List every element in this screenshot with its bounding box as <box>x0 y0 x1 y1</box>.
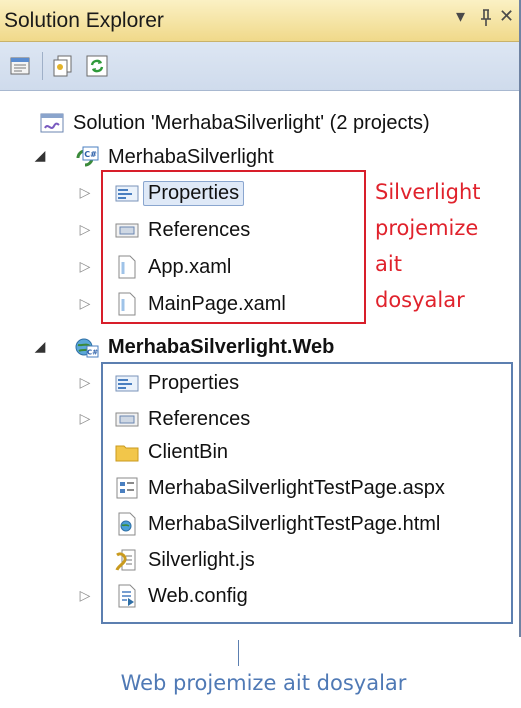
title-bar: Solution Explorer ▾ ✕ <box>0 0 521 42</box>
close-icon[interactable]: ✕ <box>499 6 514 27</box>
project-label: MerhabaSilverlight <box>108 145 274 168</box>
web-files-highlight-box <box>101 362 513 624</box>
collapse-arrow-icon[interactable]: ◢ <box>32 339 48 355</box>
note-line: ait <box>375 252 402 276</box>
web-files-note: Web projemize ait dosyalar <box>120 671 407 695</box>
tree-node-project-silverlight[interactable]: C# MerhabaSilverlight <box>74 140 274 174</box>
expand-arrow-icon[interactable]: ▷ <box>77 411 93 427</box>
toolbar-separator <box>42 52 43 80</box>
tree-node-project-web[interactable]: C# MerhabaSilverlight.Web <box>74 330 334 364</box>
expand-arrow-icon[interactable]: ▷ <box>77 259 93 275</box>
properties-icon[interactable] <box>8 53 34 79</box>
panel-title: Solution Explorer <box>4 9 164 32</box>
note-line: dosyalar <box>375 288 465 312</box>
collapse-arrow-icon[interactable]: ◢ <box>32 148 48 164</box>
expand-arrow-icon[interactable]: ▷ <box>77 222 93 238</box>
toolbar <box>0 42 519 91</box>
tree-node-solution[interactable]: Solution 'MerhabaSilverlight' (2 project… <box>39 106 430 140</box>
solution-explorer-panel: Solution Explorer ▾ ✕ Solution 'MerhabaS… <box>0 0 521 637</box>
svg-text:C#: C# <box>84 150 97 159</box>
note-line: projemize <box>375 216 479 240</box>
svg-text:C#: C# <box>87 349 98 357</box>
silverlight-files-note: Silverlight projemize ait dosyalar <box>375 174 481 318</box>
csharp-project-icon: C# <box>74 144 100 170</box>
silverlight-files-highlight-box <box>101 170 366 324</box>
solution-label: Solution 'MerhabaSilverlight' (2 project… <box>73 111 430 134</box>
pin-icon[interactable] <box>478 6 494 33</box>
web-files-callout-line <box>238 640 239 666</box>
expand-arrow-icon[interactable]: ▷ <box>77 296 93 312</box>
note-line: Silverlight <box>375 180 481 204</box>
expand-arrow-icon[interactable]: ▷ <box>77 588 93 604</box>
expand-arrow-icon[interactable]: ▷ <box>77 375 93 391</box>
solution-icon <box>39 110 65 136</box>
dropdown-icon[interactable]: ▾ <box>456 6 465 27</box>
refresh-icon[interactable] <box>84 53 110 79</box>
expand-arrow-icon[interactable]: ▷ <box>77 185 93 201</box>
show-all-files-icon[interactable] <box>50 53 76 79</box>
web-project-icon: C# <box>74 334 100 360</box>
project-label: MerhabaSilverlight.Web <box>108 335 335 358</box>
